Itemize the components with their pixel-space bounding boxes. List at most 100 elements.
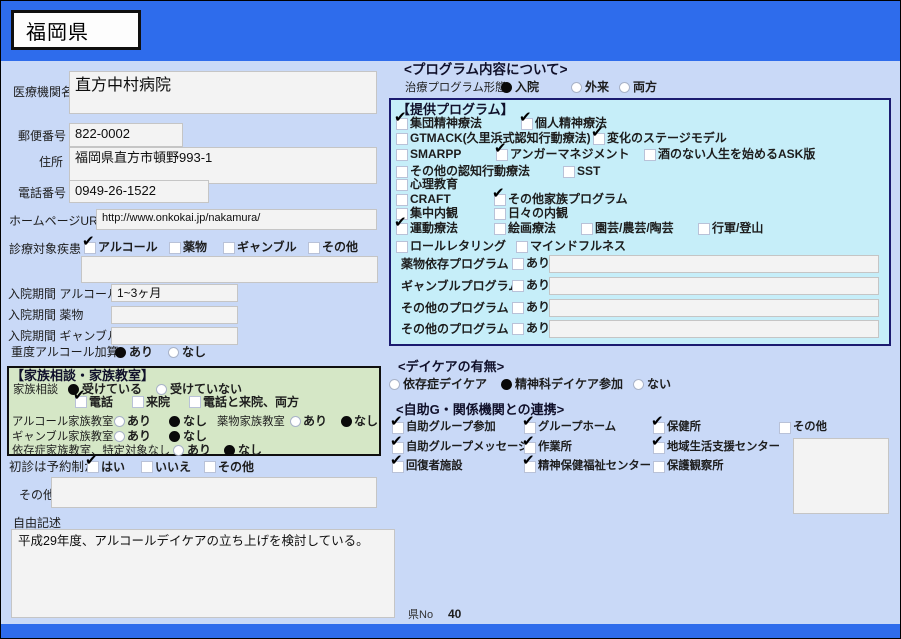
radio-alc-class-ari[interactable] [114, 416, 125, 427]
clinic-name-input[interactable]: 直方中村病院 [69, 71, 377, 114]
program-option-label: 行軍/登山 [712, 221, 764, 235]
radio-general-class-nashi[interactable] [224, 445, 235, 456]
coop-other-detail-input[interactable] [793, 438, 889, 514]
radio-drug-class-ari[interactable] [290, 416, 301, 427]
stay-drug-input[interactable] [111, 306, 238, 324]
first-visit-option: はい [101, 460, 126, 474]
program-option-label: 集中内観 [410, 206, 459, 220]
stay-alcohol-input[interactable]: 1~3ヶ月 [111, 284, 238, 302]
checkbox-program[interactable]: ✔ [396, 133, 408, 145]
radio-form-outpatient[interactable] [571, 82, 582, 93]
disease-option-label: その他 [322, 240, 359, 254]
radio-severe-ari[interactable] [115, 347, 126, 358]
checkbox-first-visit-no[interactable]: ✔ [141, 461, 153, 473]
severe-alcohol-label: 重度アルコール加算 [11, 345, 119, 359]
checkbox-program[interactable]: ✔ [563, 166, 575, 178]
homepage-input[interactable]: http://www.onkokai.jp/nakamura/ [96, 209, 377, 230]
radio-severe-nashi[interactable] [168, 347, 179, 358]
checkbox-program[interactable]: ✔ [394, 110, 408, 130]
checkbox-method-both[interactable]: ✔ [189, 396, 201, 408]
checkbox-extra-program[interactable]: ✔ [512, 323, 524, 335]
extra-ari-label: あり [526, 321, 551, 335]
radio-form-inpatient[interactable] [501, 82, 512, 93]
phone-input[interactable]: 0949-26-1522 [69, 180, 209, 203]
prefecture-title: 福岡県 [26, 21, 89, 44]
checkbox-program[interactable]: ✔ [394, 215, 408, 235]
checkbox-program[interactable]: ✔ [494, 208, 506, 220]
other-field-input[interactable] [51, 477, 377, 508]
phone-label: 電話番号 [18, 186, 67, 200]
extra-ari-label: あり [526, 300, 551, 314]
treatment-form-label: 治療プログラム形態 [405, 82, 507, 94]
checkbox-coop[interactable]: ✔ [651, 434, 665, 454]
checkbox-extra-program[interactable]: ✔ [512, 280, 524, 292]
radio-daycare-psychiatric[interactable] [501, 379, 512, 390]
disease-detail-input[interactable] [81, 256, 378, 283]
extra-ari-label: あり [526, 278, 551, 292]
address-input[interactable]: 福岡県直方市頓野993-1 [69, 147, 377, 184]
extra-program-label: その他のプログラム [401, 322, 509, 336]
program-box-title: 【提供プログラム】 [397, 102, 514, 117]
checkbox-program[interactable]: ✔ [396, 166, 408, 178]
stay-gamble-input[interactable] [111, 327, 238, 345]
checkbox-extra-program[interactable]: ✔ [512, 302, 524, 314]
checkbox-extra-program[interactable]: ✔ [512, 258, 524, 270]
checkbox-program[interactable]: ✔ [516, 241, 528, 253]
radio-consult-no[interactable] [156, 384, 167, 395]
check-icon: ✔ [85, 452, 98, 469]
checkbox-program[interactable]: ✔ [396, 179, 408, 191]
checkbox-coop[interactable]: ✔ [653, 461, 665, 473]
extra-program-input[interactable] [549, 299, 879, 317]
form-option-label: 入院 [515, 80, 540, 94]
other-field-label: その他 [19, 488, 56, 502]
checkbox-program[interactable]: ✔ [698, 223, 710, 235]
radio-drug-class-nashi[interactable] [341, 416, 352, 427]
checkbox-disease-other[interactable]: ✔ [308, 242, 320, 254]
radio-alc-class-nashi[interactable] [169, 416, 180, 427]
check-icon: ✔ [651, 413, 664, 430]
coop-option-label: 回復者施設 [406, 460, 463, 472]
checkbox-program[interactable]: ✔ [591, 125, 605, 145]
checkbox-method-phone[interactable]: ✔ [73, 388, 87, 408]
check-icon: ✔ [73, 387, 86, 404]
checkbox-program[interactable]: ✔ [519, 110, 533, 130]
radio-daycare-addiction[interactable] [389, 379, 400, 390]
checkbox-disease-drug[interactable]: ✔ [169, 242, 181, 254]
checkbox-disease-alcohol[interactable]: ✔ [82, 234, 96, 254]
method-option-label: 電話と来院、両方 [203, 395, 300, 409]
checkbox-program[interactable]: ✔ [581, 223, 593, 235]
radio-form-both[interactable] [619, 82, 630, 93]
radio-daycare-none[interactable] [633, 379, 644, 390]
general-class-option: なし [238, 443, 263, 457]
drug-class-option: なし [354, 414, 379, 428]
free-text-area[interactable]: 平成29年度、アルコールデイケアの立ち上げを検討している。 [11, 529, 395, 618]
checkbox-first-visit-other[interactable]: ✔ [204, 461, 216, 473]
extra-program-input[interactable] [549, 255, 879, 273]
checkbox-program[interactable]: ✔ [494, 141, 508, 161]
checkbox-program[interactable]: ✔ [494, 223, 506, 235]
extra-program-label: 薬物依存プログラム [401, 257, 509, 271]
disease-option-label: ギャンブル [237, 240, 297, 254]
checkbox-program[interactable]: ✔ [396, 241, 408, 253]
program-option-label: その他の認知行動療法 [410, 164, 531, 178]
checkbox-coop[interactable]: ✔ [522, 453, 536, 473]
checkbox-method-visit[interactable]: ✔ [132, 396, 144, 408]
checkbox-coop[interactable]: ✔ [390, 453, 404, 473]
checkbox-program[interactable]: ✔ [396, 194, 408, 206]
daycare-option-label: 依存症デイケア [403, 377, 488, 391]
radio-gamble-class-nashi[interactable] [169, 431, 180, 442]
coop-option-label: 自助グループ参加 [406, 421, 496, 433]
radio-gamble-class-ari[interactable] [114, 431, 125, 442]
radio-general-class-ari[interactable] [173, 445, 184, 456]
checkbox-first-visit-yes[interactable]: ✔ [85, 453, 99, 473]
extra-program-input[interactable] [549, 277, 879, 295]
extra-program-input[interactable] [549, 320, 879, 338]
checkbox-disease-gamble[interactable]: ✔ [223, 242, 235, 254]
checkbox-program[interactable]: ✔ [644, 149, 656, 161]
checkbox-program[interactable]: ✔ [396, 149, 408, 161]
postal-input[interactable]: 822-0002 [69, 123, 183, 147]
family-consult-label: 家族相談 [13, 384, 59, 396]
program-section-header: <プログラム内容について> [404, 62, 568, 77]
checkbox-program[interactable]: ✔ [492, 186, 506, 206]
checkbox-coop-other[interactable]: ✔ [779, 422, 791, 434]
